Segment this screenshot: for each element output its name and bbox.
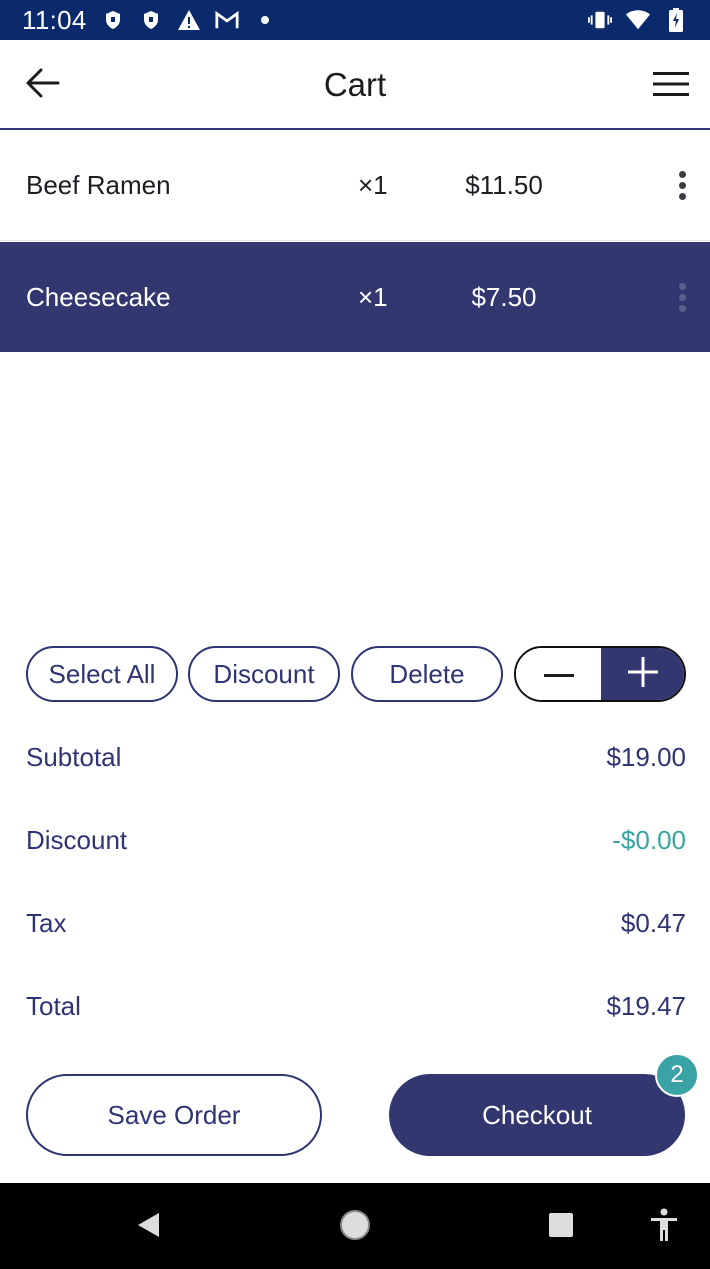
total-label: Total [26, 990, 81, 1021]
quantity-stepper [514, 646, 686, 702]
vibrate-icon [588, 8, 612, 32]
shield-icon [101, 8, 125, 32]
system-nav-bar [0, 1183, 710, 1269]
nav-home-button[interactable] [333, 1205, 377, 1249]
more-options-button[interactable] [668, 277, 696, 317]
cart-screen: 11:04 Cart Beef Ramen ×1 $11.50 Cheeseca… [0, 0, 710, 1269]
select-all-button[interactable]: Select All [26, 646, 178, 702]
page-title: Cart [323, 66, 387, 103]
item-name: Beef Ramen [26, 170, 171, 200]
triangle-back-icon [133, 1210, 163, 1245]
item-quantity: ×1 [358, 281, 388, 312]
increase-quantity-button[interactable] [601, 648, 684, 700]
save-order-button[interactable]: Save Order [26, 1074, 322, 1156]
app-bar: Cart [0, 40, 710, 130]
plus-icon [627, 656, 658, 692]
battery-icon [664, 8, 688, 32]
wifi-icon [626, 8, 650, 32]
item-price: $11.50 [465, 170, 543, 200]
cart-actions: Select All Discount Delete [26, 646, 686, 702]
item-price: $7.50 [471, 281, 537, 312]
circle-home-icon [338, 1208, 372, 1247]
status-bar: 11:04 [0, 0, 710, 40]
subtotal-row: Subtotal $19.00 [26, 737, 686, 777]
checkout-count-badge: 2 [655, 1053, 699, 1097]
total-row: Total $19.47 [26, 986, 686, 1026]
nav-back-button[interactable] [126, 1205, 170, 1249]
kebab-menu-icon [678, 171, 686, 178]
nav-recents-button[interactable] [539, 1205, 583, 1249]
nav-accessibility-button[interactable] [642, 1205, 686, 1249]
cart-item-row-selected[interactable]: Cheesecake ×1 $7.50 [0, 242, 710, 352]
system-icons [588, 8, 688, 32]
decrease-quantity-button[interactable] [516, 648, 601, 700]
checkout-button[interactable]: Checkout [389, 1074, 685, 1156]
kebab-menu-icon [678, 282, 686, 290]
dot-icon [253, 8, 277, 32]
item-name: Cheesecake [26, 281, 171, 312]
discount-button[interactable]: Discount [188, 646, 340, 702]
status-time: 11:04 [22, 4, 87, 35]
discount-label: Discount [26, 824, 128, 855]
menu-button[interactable] [648, 64, 694, 108]
discount-value: -$0.00 [612, 824, 686, 855]
tax-row: Tax $0.47 [26, 903, 686, 943]
total-value: $19.47 [606, 990, 686, 1021]
hamburger-menu-icon [653, 71, 689, 102]
warning-icon [177, 8, 201, 32]
notification-icons [101, 8, 277, 32]
discount-row: Discount -$0.00 [26, 820, 686, 860]
delete-button[interactable]: Delete [351, 646, 503, 702]
item-quantity: ×1 [358, 170, 388, 200]
more-options-button[interactable] [668, 166, 696, 206]
cart-item-row[interactable]: Beef Ramen ×1 $11.50 [0, 131, 710, 241]
tax-value: $0.47 [620, 907, 686, 938]
gmail-icon [215, 8, 239, 32]
minus-icon [543, 665, 574, 683]
accessibility-icon [649, 1208, 679, 1247]
tax-label: Tax [26, 907, 67, 938]
square-recents-icon [547, 1211, 575, 1244]
shield-icon [139, 8, 163, 32]
subtotal-label: Subtotal [26, 741, 122, 772]
subtotal-value: $19.00 [606, 741, 686, 772]
